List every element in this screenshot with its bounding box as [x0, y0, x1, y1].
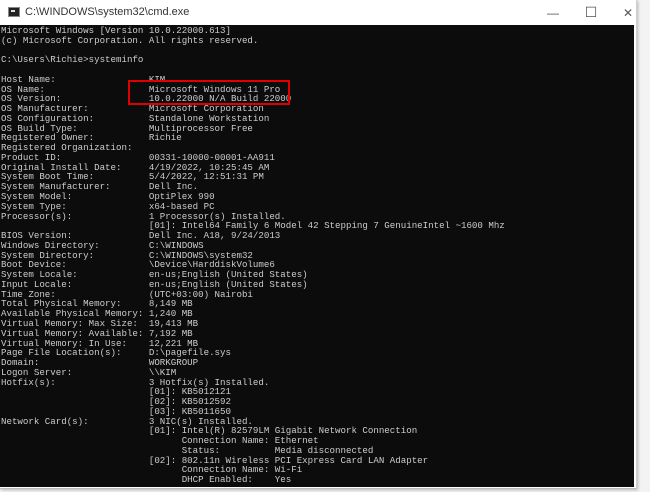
terminal-line: DHCP Enabled: Yes: [1, 474, 292, 486]
maximize-button[interactable]: ☐: [573, 0, 609, 25]
cmd-app-icon: [8, 7, 20, 17]
window-title: C:\WINDOWS\system32\cmd.exe: [25, 6, 190, 18]
cmd-window: C:\WINDOWS\system32\cmd.exe — ☐ ✕ Micros…: [0, 0, 637, 489]
terminal-line: (c) Microsoft Corporation. All rights re…: [1, 34, 259, 46]
title-bar[interactable]: C:\WINDOWS\system32\cmd.exe — ☐ ✕: [0, 0, 636, 25]
minimize-button[interactable]: —: [535, 0, 571, 25]
os-info-highlight-box: [128, 80, 290, 105]
terminal-line: C:\Users\Richie>systeminfo: [1, 54, 144, 66]
terminal-output[interactable]: Microsoft Windows [Version 10.0.22000.61…: [0, 25, 634, 487]
close-button[interactable]: ✕: [610, 0, 646, 25]
